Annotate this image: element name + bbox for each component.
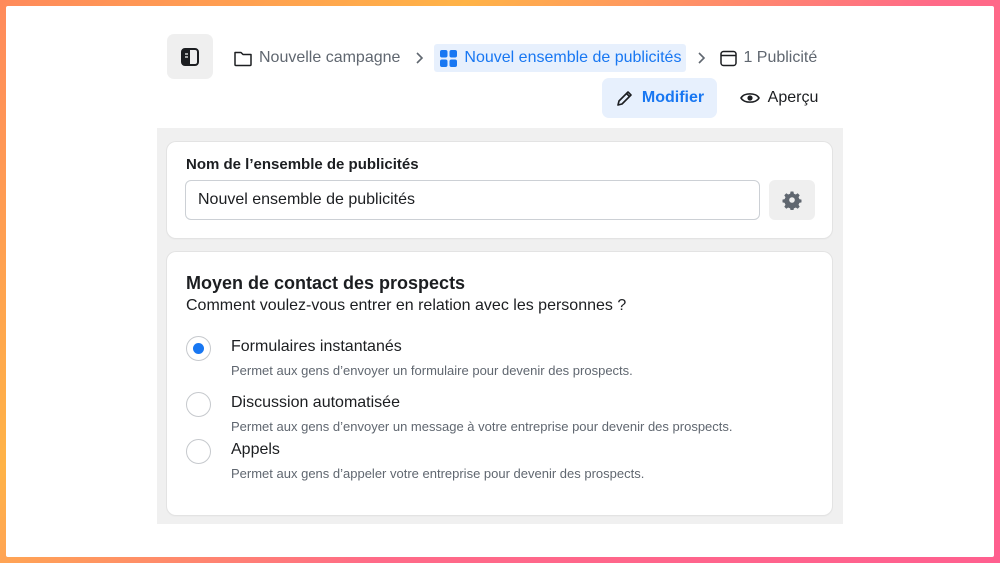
breadcrumb-ad[interactable]: 1 Publicité xyxy=(716,44,821,72)
contact-method-subtitle: Comment voulez-vous entrer en relation a… xyxy=(186,297,627,314)
eye-icon xyxy=(739,93,760,103)
preview-button-label: Aperçu xyxy=(767,89,819,106)
edit-button-label: Modifier xyxy=(641,89,705,106)
chevron-right-icon xyxy=(696,51,706,65)
adset-name-input[interactable] xyxy=(185,180,760,220)
pencil-icon xyxy=(617,90,632,106)
option-description: Permet aux gens d’envoyer un message à v… xyxy=(231,419,733,434)
settings-button[interactable] xyxy=(769,180,815,220)
edit-button[interactable]: Modifier xyxy=(602,78,717,118)
breadcrumb-adset[interactable]: Nouvel ensemble de publicités xyxy=(434,44,687,72)
page: Nouvelle campagne Nouvel ensemble de pub… xyxy=(6,6,994,557)
editor-panel: Nom de l’ensemble de publicités Moyen de… xyxy=(157,128,843,524)
breadcrumb-adset-label: Nouvel ensemble de publicités xyxy=(464,49,682,66)
chevron-right-icon xyxy=(414,51,424,65)
sidebar-toggle-icon xyxy=(181,47,199,66)
folder-icon xyxy=(234,51,252,67)
breadcrumb-ad-label: 1 Publicité xyxy=(743,49,818,66)
option-label: Formulaires instantanés xyxy=(231,338,402,355)
window-icon xyxy=(720,50,738,66)
breadcrumb-campaign[interactable]: Nouvelle campagne xyxy=(229,44,404,72)
breadcrumb-campaign-label: Nouvelle campagne xyxy=(259,49,401,66)
radio-instant-forms[interactable] xyxy=(186,336,211,361)
radio-automated-chat[interactable] xyxy=(186,392,211,417)
adset-name-card: Nom de l’ensemble de publicités xyxy=(167,142,832,238)
option-description: Permet aux gens d’envoyer un formulaire … xyxy=(231,363,633,378)
adset-name-label: Nom de l’ensemble de publicités xyxy=(186,156,419,173)
preview-button[interactable]: Aperçu xyxy=(734,78,824,118)
contact-method-card: Moyen de contact des prospects Comment v… xyxy=(167,252,832,515)
grid-icon xyxy=(440,49,458,67)
contact-method-title: Moyen de contact des prospects xyxy=(186,273,466,293)
option-label: Discussion automatisée xyxy=(231,394,400,411)
option-label: Appels xyxy=(231,441,280,458)
gear-icon xyxy=(782,191,802,210)
radio-calls[interactable] xyxy=(186,439,211,464)
option-description: Permet aux gens d’appeler votre entrepri… xyxy=(231,466,645,481)
breadcrumb: Nouvelle campagne Nouvel ensemble de pub… xyxy=(229,42,821,74)
sidebar-toggle-button[interactable] xyxy=(167,34,213,79)
